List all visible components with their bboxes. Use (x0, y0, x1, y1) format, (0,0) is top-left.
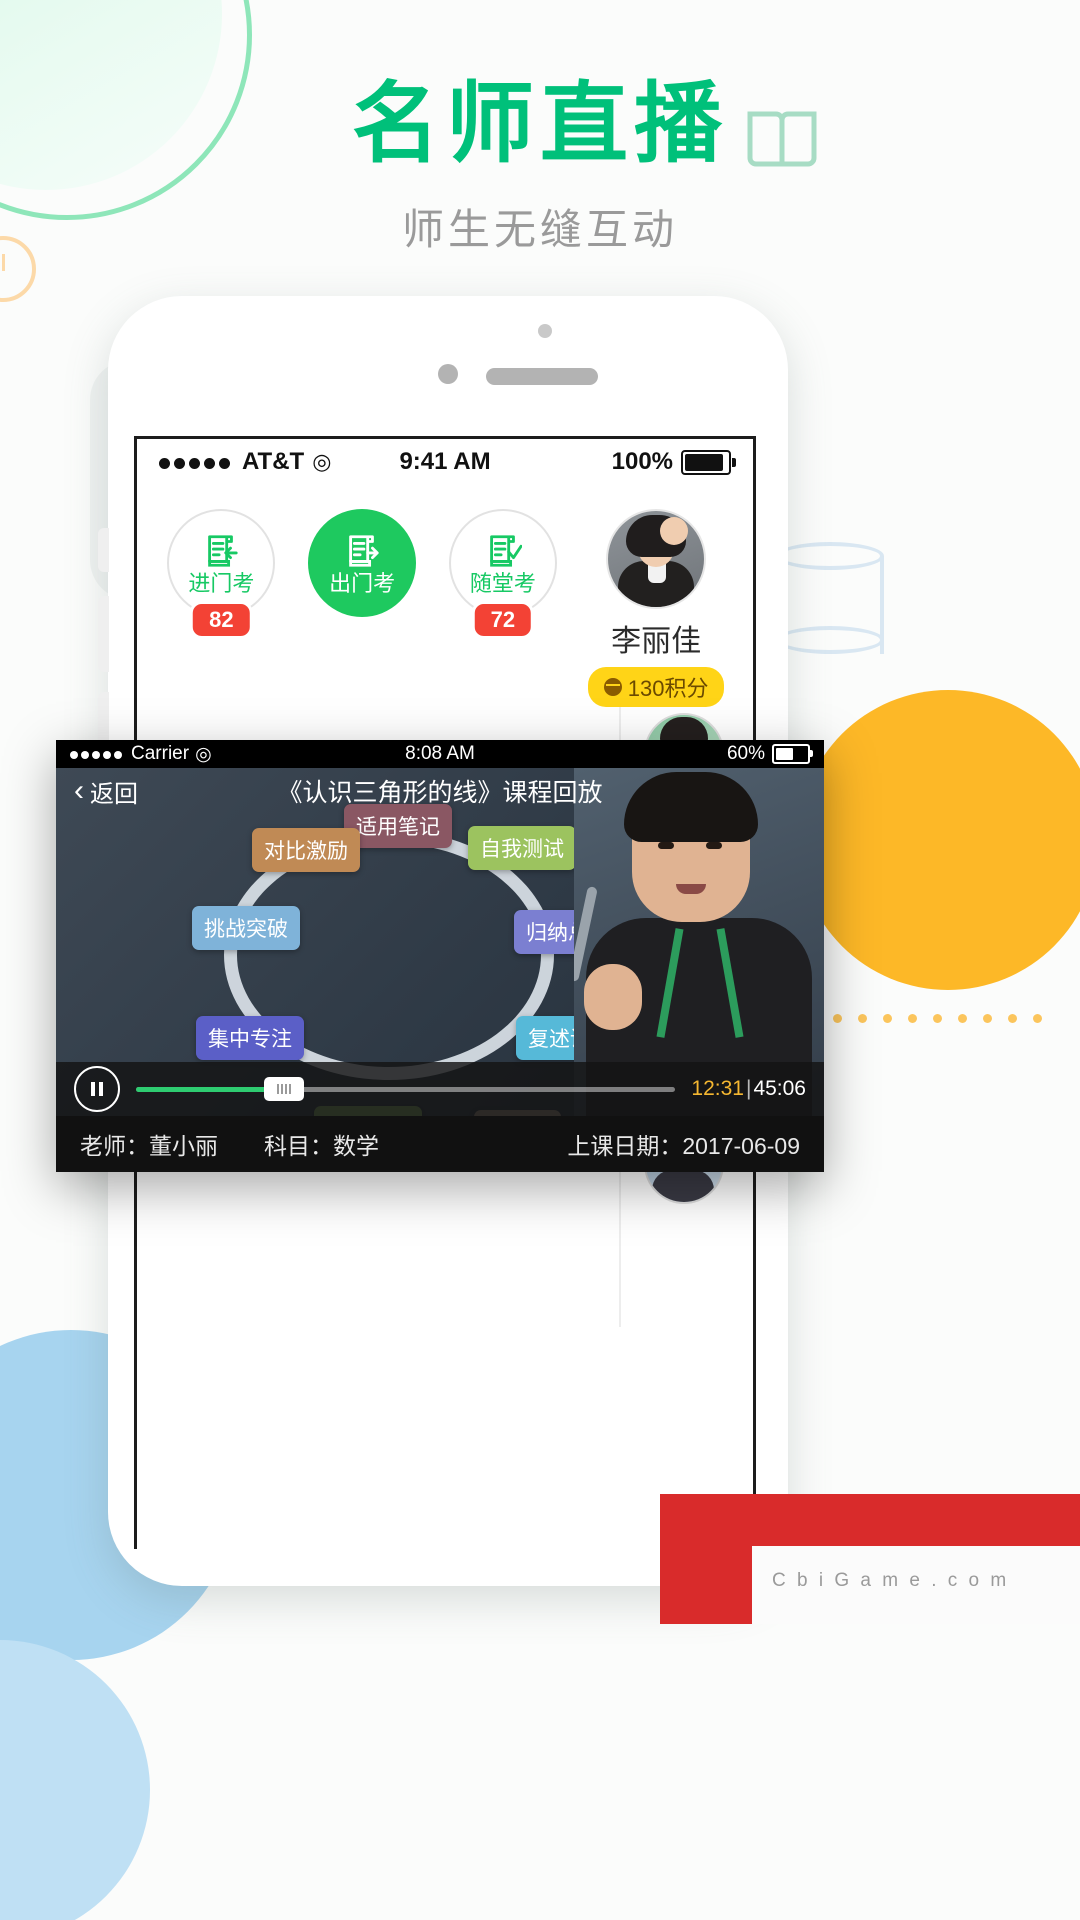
avatar (606, 509, 707, 609)
exam-score-badge: 72 (471, 601, 535, 639)
orange-circle-shape (798, 690, 1080, 990)
battery-percent-label: 100% (611, 448, 674, 475)
video-player-overlay: Carrier ◎ 8:08 AM 60% 适用笔记 对比激励 自我测试 挑战突… (56, 740, 824, 1172)
time-display: 12:31|45:06 (691, 1077, 806, 1101)
video-controls: 12:31|45:06 (56, 1062, 824, 1116)
exam-entry-test[interactable]: 进门考 82 (159, 509, 284, 639)
phone-mute-switch[interactable] (98, 528, 109, 572)
watermark-text: C b i G a m e . c o m (772, 1570, 1010, 1591)
total-time: 45:06 (753, 1077, 806, 1100)
time-separator: | (745, 1077, 752, 1100)
board-tag: 对比激励 (252, 828, 360, 872)
class-date-label: 上课日期：2017-06-09 (567, 1133, 800, 1159)
exam-label: 进门考 (188, 570, 255, 596)
board-tag: 集中专注 (196, 1016, 304, 1060)
progress-slider[interactable] (136, 1077, 676, 1101)
phone-status-bar: AT&T ◎ 9:41 AM 100% (137, 439, 753, 485)
exam-exit-test[interactable]: 出门考 (300, 509, 425, 617)
page-title: 名师直播 (351, 74, 728, 173)
status-time: 8:08 AM (405, 743, 475, 764)
scroll-out-icon (349, 534, 379, 567)
points-badge: 130积分 (587, 667, 725, 707)
progress-fill (136, 1086, 285, 1092)
wifi-icon: ◎ (195, 743, 212, 765)
signal-dots-icon (159, 448, 234, 476)
video-status-bar: Carrier ◎ 8:08 AM 60% (56, 740, 824, 768)
battery-icon (772, 744, 814, 764)
video-meta-bar: 老师：董小丽 科目：数学 上课日期：2017-06-09 (56, 1116, 824, 1172)
current-time: 12:31 (691, 1077, 744, 1100)
cylinder-shape (776, 542, 884, 668)
student-name: 李丽佳 (611, 625, 702, 658)
coin-icon (603, 678, 622, 696)
scroll-in-icon (208, 534, 238, 567)
student-profile[interactable]: 李丽佳 130积分 (581, 509, 731, 707)
phone-camera (438, 364, 458, 384)
teacher-label: 老师：董小丽 (80, 1133, 218, 1159)
exam-score-badge: 82 (190, 601, 253, 639)
exam-label: 出门考 (329, 570, 396, 596)
watermark-block: C b i G a m e . c o m (660, 1494, 1080, 1624)
signal-dots-icon (70, 743, 125, 765)
exam-label: 随堂考 (469, 570, 536, 596)
video-title-bar: ‹ 返回 《认识三角形的线》课程回放 (56, 768, 824, 814)
blue-circle-shape-2 (0, 1640, 150, 1920)
phone-volume-up-button[interactable] (98, 596, 109, 672)
dotted-line-decoration (808, 1010, 1080, 1026)
carrier-label: Carrier (131, 743, 190, 764)
pause-icon (91, 1082, 103, 1096)
battery-icon (681, 449, 737, 475)
progress-handle[interactable] (264, 1077, 305, 1101)
status-time: 9:41 AM (399, 448, 491, 475)
exam-inclass-test[interactable]: 随堂考 72 (440, 509, 565, 639)
page-subtitle: 师生无缝互动 (401, 206, 678, 253)
exam-shortcut-row: 进门考 82 出门考 随堂考 72 李丽佳 130积分 (137, 485, 753, 707)
points-label: 130积分 (627, 676, 709, 701)
pause-button[interactable] (74, 1066, 120, 1112)
subject-label: 科目：数学 (264, 1133, 379, 1159)
carrier-label: AT&T (242, 448, 305, 475)
video-title: 《认识三角形的线》课程回放 (277, 779, 603, 807)
wifi-icon: ◎ (312, 449, 332, 474)
board-tag: 挑战突破 (192, 906, 300, 950)
scroll-check-icon (490, 534, 522, 567)
battery-percent-label: 60% (726, 743, 766, 764)
board-tag: 自我测试 (468, 826, 576, 870)
phone-sensor (538, 324, 552, 338)
phone-speaker (486, 368, 598, 385)
